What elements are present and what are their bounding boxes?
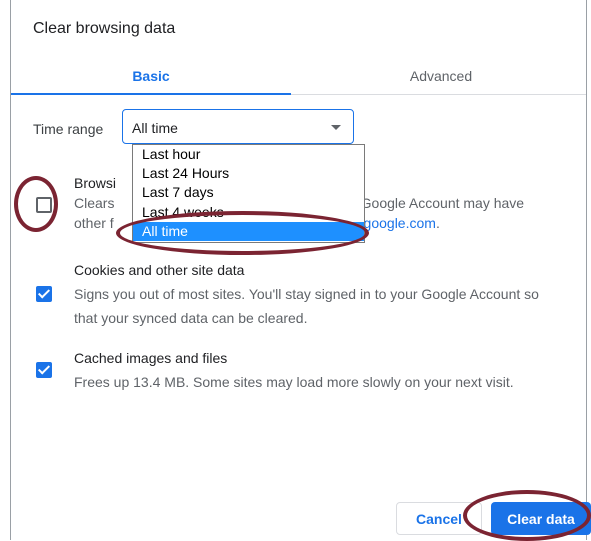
dialog-title: Clear browsing data bbox=[33, 20, 176, 37]
clear-browsing-data-dialog: Clear browsing data Basic Advanced Time … bbox=[10, 0, 591, 540]
time-range-dropdown-list: Last hour Last 24 Hours Last 7 days Last… bbox=[132, 144, 365, 243]
browsing-history-checkbox[interactable] bbox=[36, 197, 52, 213]
cookies-checkbox[interactable] bbox=[36, 286, 52, 302]
option-last-7-days[interactable]: Last 7 days bbox=[133, 183, 364, 202]
cancel-button[interactable]: Cancel bbox=[396, 502, 482, 535]
clear-data-button[interactable]: Clear data bbox=[491, 502, 591, 535]
cookies-desc-1: Signs you out of most sites. You'll stay… bbox=[74, 286, 539, 302]
cached-images-checkbox[interactable] bbox=[36, 362, 52, 378]
cached-images-title: Cached images and files bbox=[74, 350, 228, 366]
cookies-item: Cookies and other site data Signs you ou… bbox=[74, 260, 539, 328]
cached-images-item: Cached images and files Frees up 13.4 MB… bbox=[74, 348, 514, 392]
browsing-history-desc2-end: . bbox=[435, 215, 440, 231]
option-last-4-weeks[interactable]: Last 4 weeks bbox=[133, 203, 364, 222]
tab-basic[interactable]: Basic bbox=[11, 57, 291, 95]
cookies-desc-2: that your synced data can be cleared. bbox=[74, 310, 308, 326]
tab-bar: Basic Advanced bbox=[11, 57, 586, 95]
option-last-24-hours[interactable]: Last 24 Hours bbox=[133, 164, 364, 183]
option-last-hour[interactable]: Last hour bbox=[133, 145, 364, 164]
browsing-history-desc2-start: other f bbox=[74, 215, 114, 231]
dropdown-caret-icon bbox=[331, 125, 341, 130]
time-range-value: All time bbox=[132, 120, 178, 136]
option-all-time[interactable]: All time bbox=[133, 221, 364, 241]
time-range-label: Time range bbox=[33, 121, 104, 137]
browsing-history-desc-start: Clears bbox=[74, 195, 115, 211]
cookies-title: Cookies and other site data bbox=[74, 262, 245, 278]
cached-images-desc: Frees up 13.4 MB. Some sites may load mo… bbox=[74, 374, 514, 390]
time-range-select[interactable]: All time bbox=[122, 109, 354, 144]
tab-advanced[interactable]: Advanced bbox=[301, 57, 581, 94]
